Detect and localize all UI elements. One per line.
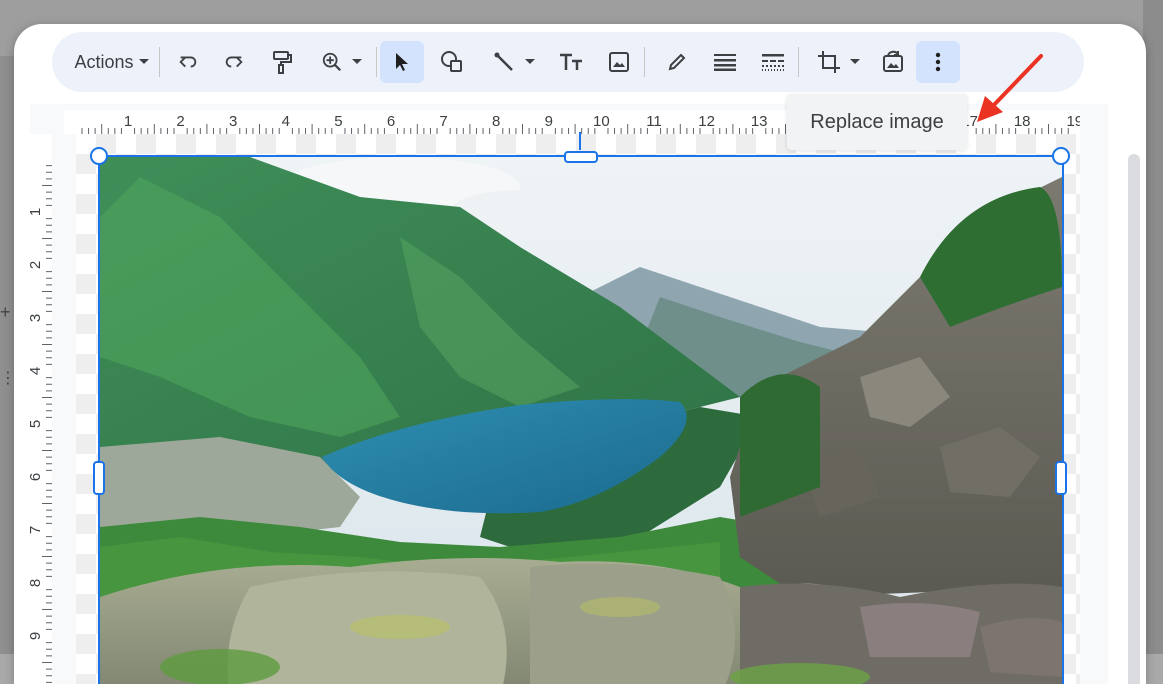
replace-image-icon [883,50,903,72]
landscape-image [100,157,1062,684]
shape-button[interactable] [430,41,474,83]
resize-handle-left[interactable] [93,461,105,495]
zoom-button[interactable] [312,41,372,83]
ruler-label: 1 [28,208,44,216]
ruler-label: 4 [282,113,290,130]
line-button[interactable] [482,41,546,83]
vertical-ruler: 1 2 3 4 5 6 7 8 9 [28,134,52,684]
ruler-label: 19 [1066,113,1080,130]
actions-menu-button[interactable]: Actions [66,41,158,83]
ruler-label: 12 [698,113,715,130]
chevron-down-icon [138,59,149,64]
ruler-label: 7 [28,526,44,534]
redo-icon [225,56,243,68]
pencil-icon [668,53,686,71]
ruler-label: 6 [28,473,44,481]
ruler-label: 10 [593,113,610,130]
chevron-down-icon [525,59,535,64]
ruler-label: 9 [545,113,553,130]
text-box-button[interactable] [550,41,592,83]
ruler-label: 5 [28,420,44,428]
tooltip-text: Replace image [810,110,944,133]
more-vert-icon [935,52,941,72]
drawing-dialog: Actions 1 2 3 4 5 6 7 8 9 10 11 12 13 17… [14,24,1146,684]
ruler-label: 11 [646,113,662,130]
line-icon [494,52,513,71]
toolbar-separator [798,47,799,77]
background-right-edge [1143,0,1163,654]
resize-handle-top[interactable] [564,151,598,163]
ruler-label: 2 [176,113,184,130]
crop-button[interactable] [808,41,870,83]
line-dash-icon [762,54,784,71]
resize-handle-top-left[interactable] [90,147,108,165]
drawing-toolbar: Actions [52,32,1084,92]
toolbar-separator [159,47,160,77]
actions-label: Actions [74,51,134,72]
redo-button[interactable] [216,41,252,83]
ruler-label: 13 [751,113,768,130]
border-weight-button[interactable] [704,41,746,83]
zoom-in-icon [322,52,342,72]
annotation-arrow-icon [977,54,1043,122]
ruler-label: 1 [124,113,132,130]
image-icon [609,52,629,72]
image-button[interactable] [598,41,640,83]
cursor-icon [396,53,408,71]
ruler-label: 8 [492,113,500,130]
border-color-button[interactable] [656,41,698,83]
resize-handle-right[interactable] [1055,461,1067,495]
paint-format-button[interactable] [262,41,302,83]
vertical-ruler-marks: 1 2 3 4 5 6 7 8 9 [28,165,52,683]
shape-icon [441,51,462,72]
resize-handle-top-right[interactable] [1052,147,1070,165]
ruler-label: 7 [439,113,447,130]
undo-icon [179,56,197,68]
background-sidebar [0,56,14,654]
ruler-label: 9 [28,632,44,640]
replace-image-button[interactable] [872,41,914,83]
toolbar-separator [376,47,377,77]
ruler-label: 6 [387,113,395,130]
ruler-label: 8 [28,579,44,587]
background-add-icon: + [0,302,11,322]
toolbar-separator [644,47,645,77]
ruler-label: 4 [28,367,44,375]
ruler-label: 2 [28,261,44,269]
chevron-down-icon [850,59,860,64]
paint-format-icon [273,51,292,74]
landscape-photo[interactable] [100,157,1062,684]
more-options-button[interactable] [916,41,960,83]
line-weight-icon [714,54,736,71]
select-button[interactable] [380,41,424,83]
undo-button[interactable] [170,41,206,83]
border-dash-button[interactable] [752,41,794,83]
ruler-label: 5 [334,113,342,130]
crop-icon [818,51,840,73]
chevron-down-icon [352,59,362,64]
ruler-label: 3 [229,113,237,130]
replace-image-tooltip: Replace image [787,94,967,150]
ruler-label: 3 [28,314,44,322]
text-box-icon [560,53,582,70]
vertical-scrollbar[interactable] [1128,154,1140,684]
rotate-handle-stem [579,132,581,150]
